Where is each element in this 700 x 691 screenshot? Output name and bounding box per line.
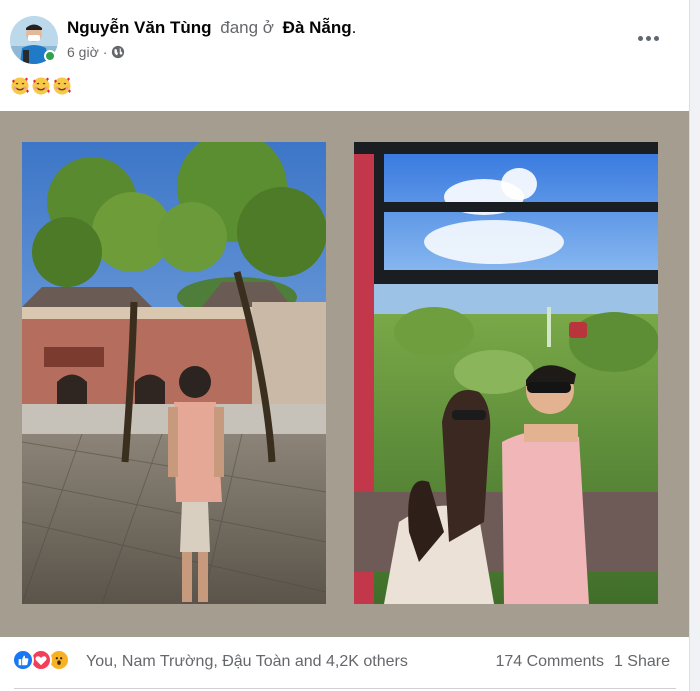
author-line: Nguyễn Văn Tùng đang ở Đà Nẵng. xyxy=(67,18,356,38)
post-time[interactable]: 6 giờ xyxy=(67,44,99,60)
footer-divider xyxy=(14,688,676,689)
photo-couple-cable-car-image xyxy=(354,142,658,604)
post-header: Nguyễn Văn Tùng đang ở Đà Nẵng. 6 giờ · xyxy=(0,0,689,70)
post-caption xyxy=(10,76,72,96)
post-footer: You, Nam Trường, Đậu Toàn and 4,2K other… xyxy=(0,637,689,691)
photo-collage xyxy=(0,111,689,637)
smiling-face-with-hearts-icon xyxy=(53,77,71,95)
more-dot xyxy=(637,35,643,41)
post-meta: 6 giờ · xyxy=(67,44,125,60)
more-dot xyxy=(645,35,651,41)
photo-man-walking[interactable] xyxy=(22,142,326,604)
reaction-names[interactable]: You, Nam Trường, Đậu Toàn and 4,2K other… xyxy=(86,653,408,671)
comments-count[interactable]: 174 Comments xyxy=(495,653,604,671)
smiling-face-with-hearts-icon xyxy=(32,77,50,95)
author-name[interactable]: Nguyễn Văn Tùng xyxy=(67,18,212,37)
more-options-icon[interactable] xyxy=(630,24,666,52)
location-link[interactable]: Đà Nẵng xyxy=(283,18,352,37)
reaction-icons[interactable] xyxy=(12,649,70,671)
more-dot xyxy=(653,35,659,41)
shares-count[interactable]: 1 Share xyxy=(614,653,670,671)
engagement-counts: 174 Comments 1 Share xyxy=(495,653,670,671)
page-gutter xyxy=(690,0,700,691)
meta-separator: · xyxy=(102,44,108,60)
online-status-dot xyxy=(44,50,56,62)
like-icon xyxy=(12,649,34,671)
smiling-face-with-hearts-icon xyxy=(11,77,29,95)
location-punctuation: . xyxy=(351,18,357,37)
post-card: Nguyễn Văn Tùng đang ở Đà Nẵng. 6 giờ · xyxy=(0,0,690,691)
globe-icon[interactable] xyxy=(111,45,125,59)
location-prefix: đang ở xyxy=(220,18,274,37)
photo-man-walking-image xyxy=(22,142,326,604)
photo-couple-cable-car[interactable] xyxy=(354,142,658,604)
